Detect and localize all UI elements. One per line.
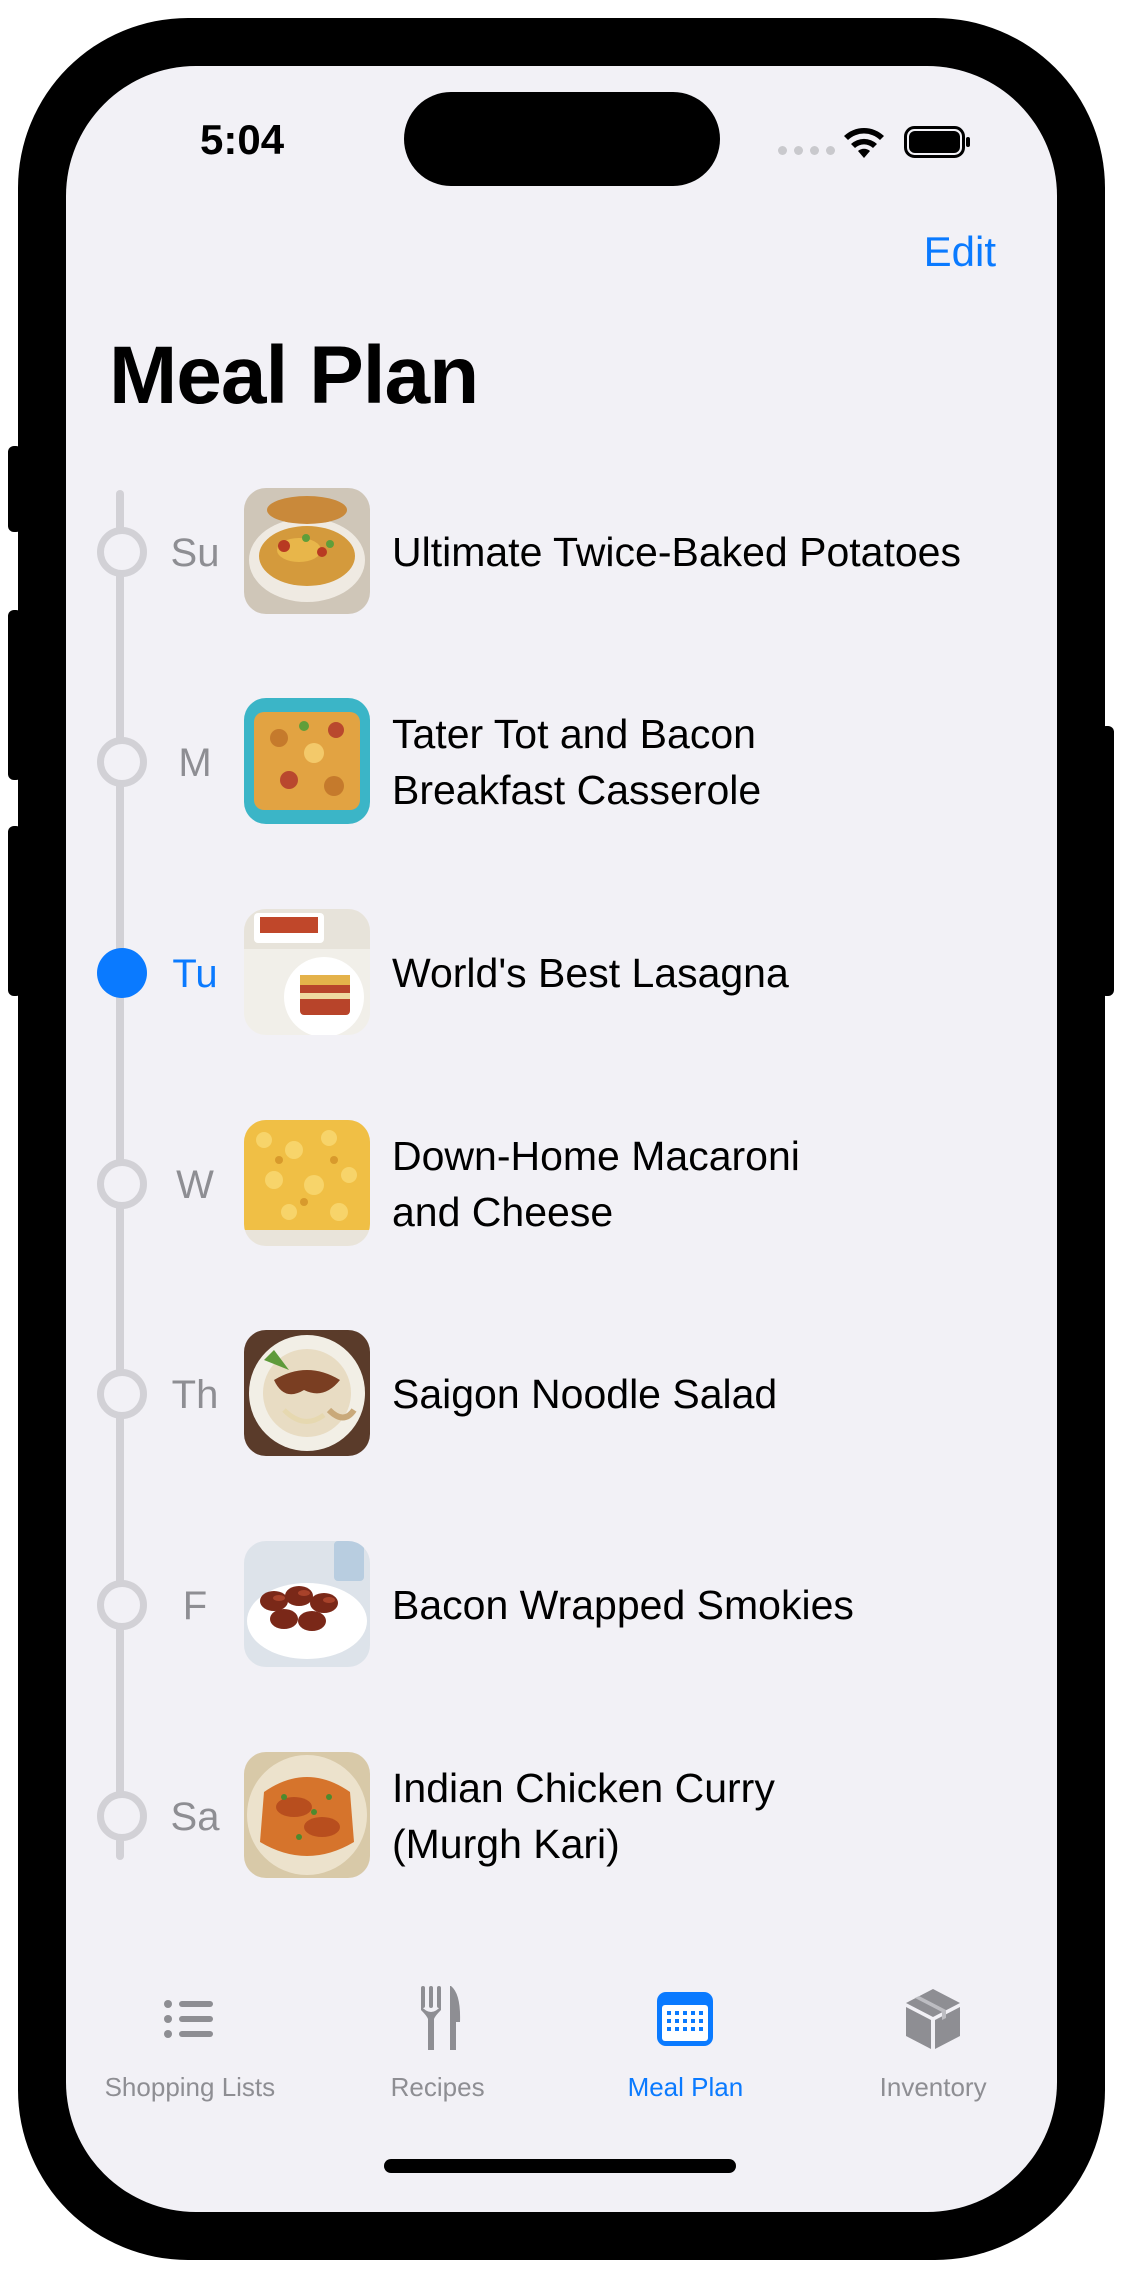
recipe-title[interactable]: World's Best Lasagna: [392, 945, 1032, 1001]
meal-row[interactable]: Su Ultimate Twice-Baked Potatoes: [66, 488, 1057, 618]
day-marker: [97, 1159, 147, 1209]
day-marker: [97, 1791, 147, 1841]
tab-meal-plan[interactable]: Meal Plan: [562, 1986, 810, 2106]
meal-row[interactable]: M Tater Tot and Bacon Breakfast Casserole: [66, 698, 1057, 828]
day-label: M: [178, 741, 212, 785]
recipe-thumbnail[interactable]: [244, 1120, 370, 1246]
tab-label: Meal Plan: [627, 2072, 744, 2102]
recipe-thumbnail[interactable]: [244, 1541, 370, 1667]
recipe-thumbnail[interactable]: [244, 909, 370, 1035]
day-label: Th: [171, 1373, 219, 1417]
box-icon: [906, 1989, 961, 2049]
dynamic-island: [404, 92, 720, 186]
tab-bar: Shopping Lists Recipes Meal Plan Invento…: [66, 1986, 1057, 2106]
calendar-icon: [657, 1992, 714, 2046]
volume-up-button: [8, 610, 22, 780]
home-indicator[interactable]: [384, 2159, 736, 2173]
recipe-title[interactable]: Down-Home Macaroni and Cheese: [392, 1128, 1032, 1240]
recipe-thumbnail[interactable]: [244, 698, 370, 824]
recipe-title[interactable]: Saigon Noodle Salad: [392, 1366, 1032, 1422]
list-icon: [163, 2000, 213, 2038]
volume-down-button: [8, 826, 22, 996]
recipe-thumbnail[interactable]: [244, 1330, 370, 1456]
recipe-title[interactable]: Bacon Wrapped Smokies: [392, 1577, 1032, 1633]
tab-inventory[interactable]: Inventory: [809, 1986, 1057, 2106]
tab-label: Recipes: [390, 2072, 485, 2102]
battery-icon: [904, 126, 970, 158]
page-title: Meal Plan: [109, 330, 479, 421]
recipe-thumbnail[interactable]: [244, 488, 370, 614]
tab-label: Inventory: [879, 2072, 987, 2102]
day-label: Su: [170, 531, 220, 575]
status-time: 5:04: [200, 116, 285, 163]
day-marker: [97, 527, 147, 577]
day-marker: [97, 1369, 147, 1419]
recipe-title[interactable]: Tater Tot and Bacon Breakfast Casserole: [392, 706, 1032, 818]
meal-row[interactable]: Tu World's Best Lasagna: [66, 909, 1057, 1039]
day-marker: [97, 1580, 147, 1630]
edit-button[interactable]: Edit: [924, 228, 996, 276]
wifi-icon: [844, 128, 884, 158]
today-marker: [97, 948, 147, 998]
day-label: Tu: [172, 952, 218, 996]
meal-row[interactable]: Sa Indian Chicken Curry (Murgh Kari): [66, 1752, 1057, 1882]
cellular-signal-icon: [778, 146, 835, 155]
screen: 5:04 Edit Meal Plan Su Ultimate Twice-Bak…: [66, 66, 1057, 2212]
meal-row[interactable]: Th Saigon Noodle Salad: [66, 1330, 1057, 1460]
day-marker: [97, 737, 147, 787]
day-label: W: [176, 1163, 214, 1207]
power-button: [1100, 726, 1114, 996]
recipe-title[interactable]: Ultimate Twice-Baked Potatoes: [392, 524, 1032, 580]
day-label: F: [182, 1584, 208, 1628]
meal-row[interactable]: W Down-Home Macaroni and Cheese: [66, 1120, 1057, 1250]
tab-label: Shopping Lists: [104, 2072, 276, 2102]
tab-recipes[interactable]: Recipes: [314, 1986, 562, 2106]
tab-shopping-lists[interactable]: Shopping Lists: [66, 1986, 314, 2106]
meal-row[interactable]: F Bacon Wrapped Smokies: [66, 1541, 1057, 1671]
action-button: [8, 446, 22, 532]
recipe-title[interactable]: Indian Chicken Curry (Murgh Kari): [392, 1760, 1032, 1872]
recipe-thumbnail[interactable]: [244, 1752, 370, 1878]
fork-knife-icon: [420, 1986, 460, 2050]
day-label: Sa: [170, 1795, 220, 1839]
